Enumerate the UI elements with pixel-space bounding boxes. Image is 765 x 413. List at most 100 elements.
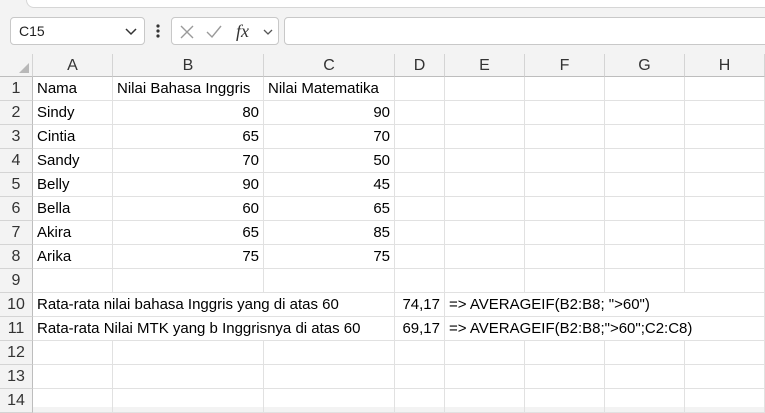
grid-cell[interactable]	[445, 77, 525, 101]
grid-cell[interactable]	[605, 341, 685, 365]
row-header-13[interactable]: 13	[0, 365, 33, 389]
cell-a2[interactable]: Sindy	[33, 101, 113, 125]
chevron-down-icon[interactable]	[124, 24, 138, 38]
column-header-f[interactable]: F	[525, 54, 605, 77]
grid-cell[interactable]	[525, 365, 605, 389]
cell-c8[interactable]: 75	[264, 245, 395, 269]
grid-cell[interactable]	[605, 245, 685, 269]
grid-cell[interactable]	[685, 269, 765, 293]
grid-cell[interactable]	[525, 245, 605, 269]
column-header-h[interactable]: H	[685, 54, 765, 77]
column-header-e[interactable]: E	[445, 54, 525, 77]
grid-cell[interactable]	[395, 77, 445, 101]
row-header-3[interactable]: 3	[0, 125, 33, 149]
cell-a1[interactable]: Nama	[33, 77, 113, 101]
row-header-11[interactable]: 11	[0, 317, 33, 341]
grid-cell[interactable]	[445, 245, 525, 269]
cell-a4[interactable]: Sandy	[33, 149, 113, 173]
grid-cell[interactable]	[525, 197, 605, 221]
grid-cell[interactable]	[685, 365, 765, 389]
cell-a8[interactable]: Arika	[33, 245, 113, 269]
grid-cell[interactable]	[605, 269, 685, 293]
grid-cell[interactable]	[395, 221, 445, 245]
cell-b3[interactable]: 65	[113, 125, 264, 149]
cell-b1[interactable]: Nilai Bahasa Inggris	[113, 77, 264, 101]
name-box[interactable]: C15	[10, 17, 145, 45]
grid-cell[interactable]	[445, 389, 525, 413]
row-header-1[interactable]: 1	[0, 77, 33, 101]
row-header-9[interactable]: 9	[0, 269, 33, 293]
cell-b7[interactable]: 65	[113, 221, 264, 245]
grid-cell[interactable]	[605, 365, 685, 389]
cell-a5[interactable]: Belly	[33, 173, 113, 197]
grid-cell[interactable]	[685, 101, 765, 125]
cell-b4[interactable]: 70	[113, 149, 264, 173]
grid-cell[interactable]	[395, 365, 445, 389]
row-header-2[interactable]: 2	[0, 101, 33, 125]
grid-cell[interactable]	[113, 269, 264, 293]
cell-b2[interactable]: 80	[113, 101, 264, 125]
grid-cell[interactable]	[685, 149, 765, 173]
grid-cell[interactable]	[605, 197, 685, 221]
grid-cell[interactable]	[605, 77, 685, 101]
grid-cell[interactable]	[525, 341, 605, 365]
grid-cell[interactable]	[395, 173, 445, 197]
grid-cell[interactable]	[445, 101, 525, 125]
grid-cell[interactable]	[395, 245, 445, 269]
grid-cell[interactable]	[33, 365, 113, 389]
cell-b5[interactable]: 90	[113, 173, 264, 197]
grid-cell[interactable]	[605, 101, 685, 125]
grid-cell[interactable]	[113, 389, 264, 413]
grid-cell[interactable]	[395, 125, 445, 149]
column-header-g[interactable]: G	[605, 54, 685, 77]
grid-cell[interactable]	[395, 101, 445, 125]
cell-d11[interactable]: 69,17	[395, 317, 445, 341]
cell-a11[interactable]: Rata-rata Nilai MTK yang b Inggrisnya di…	[33, 317, 395, 341]
grid-cell[interactable]	[395, 149, 445, 173]
grid-cell[interactable]	[525, 269, 605, 293]
grid-cell[interactable]	[264, 269, 395, 293]
grid-cell[interactable]	[264, 365, 395, 389]
cell-a3[interactable]: Cintia	[33, 125, 113, 149]
grid-cell[interactable]	[445, 173, 525, 197]
cell-c2[interactable]: 90	[264, 101, 395, 125]
grid-cell[interactable]	[605, 173, 685, 197]
cell-c4[interactable]: 50	[264, 149, 395, 173]
cell-a7[interactable]: Akira	[33, 221, 113, 245]
row-header-4[interactable]: 4	[0, 149, 33, 173]
grid-cell[interactable]	[605, 149, 685, 173]
grid-cell[interactable]	[685, 173, 765, 197]
grid-cell[interactable]	[525, 389, 605, 413]
row-header-7[interactable]: 7	[0, 221, 33, 245]
grid-cell[interactable]	[445, 365, 525, 389]
row-header-12[interactable]: 12	[0, 341, 33, 365]
cell-e10[interactable]: => AVERAGEIF(B2:B8; ">60")	[445, 293, 765, 317]
grid-cell[interactable]	[685, 341, 765, 365]
row-header-14[interactable]: 14	[0, 389, 33, 413]
row-header-5[interactable]: 5	[0, 173, 33, 197]
grid-cell[interactable]	[685, 197, 765, 221]
grid-cell[interactable]	[445, 269, 525, 293]
grid-cell[interactable]	[33, 389, 113, 413]
grid-cell[interactable]	[264, 341, 395, 365]
grid-cell[interactable]	[445, 149, 525, 173]
row-header-8[interactable]: 8	[0, 245, 33, 269]
grid-cell[interactable]	[264, 389, 395, 413]
grid-cell[interactable]	[395, 269, 445, 293]
cell-a6[interactable]: Bella	[33, 197, 113, 221]
more-options-icon[interactable]	[150, 17, 166, 45]
grid-cell[interactable]	[685, 77, 765, 101]
column-header-b[interactable]: B	[113, 54, 264, 77]
grid-cell[interactable]	[605, 221, 685, 245]
cell-e11[interactable]: => AVERAGEIF(B2:B8;">60";C2:C8)	[445, 317, 765, 341]
grid-cell[interactable]	[525, 221, 605, 245]
grid-cell[interactable]	[605, 125, 685, 149]
insert-function-button[interactable]: fx	[236, 21, 249, 42]
grid-cell[interactable]	[685, 125, 765, 149]
grid-cell[interactable]	[685, 245, 765, 269]
formula-input[interactable]	[284, 17, 765, 45]
grid-cell[interactable]	[605, 389, 685, 413]
grid-cell[interactable]	[395, 389, 445, 413]
grid-cell[interactable]	[525, 101, 605, 125]
grid-cell[interactable]	[33, 269, 113, 293]
